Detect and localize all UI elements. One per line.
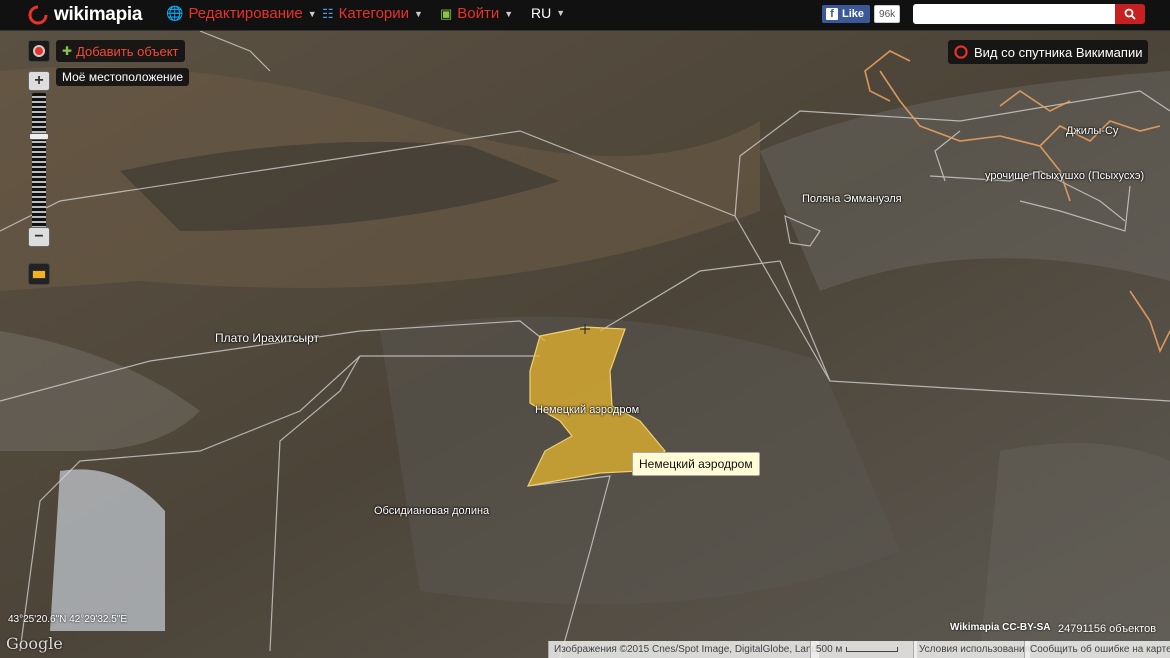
scale-bar: 500 м [810, 641, 917, 658]
map-label-obsidian-valley[interactable]: Обсидиановая долина [374, 505, 489, 517]
menu-edit-label: Редактирование [188, 5, 303, 22]
satellite-view-button[interactable]: Вид со спутника Викимапии [948, 40, 1149, 64]
scale-bar-line [846, 647, 899, 652]
menu-language-label: RU [531, 5, 552, 21]
wikimapia-logo[interactable]: wikimapia [28, 4, 142, 26]
search-input[interactable] [913, 4, 1115, 24]
wikimapia-logo-icon [28, 5, 48, 25]
menu-login[interactable]: ▣ Войти ▼ [440, 5, 513, 22]
wikimapia-logo-icon [954, 45, 968, 59]
search-icon [1124, 8, 1136, 20]
record-icon [33, 45, 45, 57]
map-label-dzhily-su[interactable]: Джилы-Су [1066, 125, 1118, 137]
scale-label: 500 м [816, 644, 843, 655]
zoom-slider-thumb[interactable] [29, 133, 49, 140]
add-object-icon: ✚ [62, 44, 73, 58]
license-label[interactable]: Wikimapia CC-BY-SA [950, 622, 1050, 633]
facebook-like-label: Like [842, 8, 865, 20]
categories-icon: ☷ [322, 5, 334, 21]
zoom-control: + − [28, 71, 50, 251]
chevron-down-icon: ▼ [504, 8, 514, 19]
map-label-plateau[interactable]: Плато Ирахитсырт [215, 331, 319, 345]
zoom-in-button[interactable]: + [28, 71, 50, 91]
google-logo[interactable]: Google [6, 634, 63, 653]
my-location-label: Моё местоположение [62, 70, 184, 84]
facebook-like-button[interactable]: f Like [822, 5, 871, 23]
zoom-slider-track[interactable] [32, 93, 46, 228]
map-label-psykhushkho[interactable]: урочище Псыхушхо (Псыхусхэ) [985, 170, 1144, 182]
chevron-down-icon: ▼ [307, 8, 317, 19]
add-object-button[interactable]: ✚ Добавить объект [56, 40, 185, 62]
globe-icon: 🌐 [166, 5, 184, 21]
ruler-button[interactable] [28, 263, 50, 285]
add-object-label: Добавить объект [76, 43, 179, 59]
imagery-attribution: Изображения ©2015 Cnes/Spot Image, Digit… [548, 641, 830, 658]
my-location-button[interactable]: Моё местоположение [56, 68, 190, 86]
facebook-like-count: 96k [874, 5, 901, 23]
brand-name: wikimapia [54, 4, 143, 25]
zoom-out-button[interactable]: − [28, 227, 50, 247]
satellite-view-label: Вид со спутника Викимапии [974, 44, 1143, 60]
report-error-link[interactable]: Сообщить об ошибке на карте [1024, 641, 1170, 658]
record-button[interactable] [28, 40, 50, 62]
facebook-icon: f [826, 8, 838, 20]
menu-edit[interactable]: 🌐 Редактирование ▼ [166, 5, 317, 22]
minus-icon: − [34, 228, 44, 245]
menu-language[interactable]: RU ▼ [531, 5, 565, 21]
chevron-down-icon: ▼ [556, 8, 566, 18]
menu-categories-label: Категории [338, 5, 410, 22]
menu-categories[interactable]: ☷ Категории ▼ [322, 5, 423, 22]
search-button[interactable] [1115, 4, 1145, 24]
terms-link[interactable]: Условия использования [913, 641, 1030, 658]
top-bar: wikimapia 🌐 Редактирование ▼ ☷ Категории… [0, 0, 1170, 31]
login-icon: ▣ [440, 5, 453, 21]
plus-icon: + [34, 72, 44, 89]
map-canvas[interactable]: ✚ Добавить объект Моё местоположение Вид… [0, 31, 1170, 658]
facebook-like[interactable]: f Like 96k [822, 5, 901, 23]
cursor-coordinates: 43°25'20.6"N 42°29'32.5"E [8, 614, 128, 625]
map-label-airfield[interactable]: Немецкий аэродром [535, 404, 639, 416]
objects-count: 24791156 объектов [1058, 623, 1157, 635]
chevron-down-icon: ▼ [414, 8, 423, 19]
map-label-emmanuel-glade[interactable]: Поляна Эммануэля [802, 193, 902, 205]
menu-login-label: Войти [457, 5, 500, 22]
map-tooltip: Немецкий аэродром [632, 452, 760, 476]
ruler-icon [32, 269, 46, 279]
satellite-imagery [0, 31, 1170, 658]
